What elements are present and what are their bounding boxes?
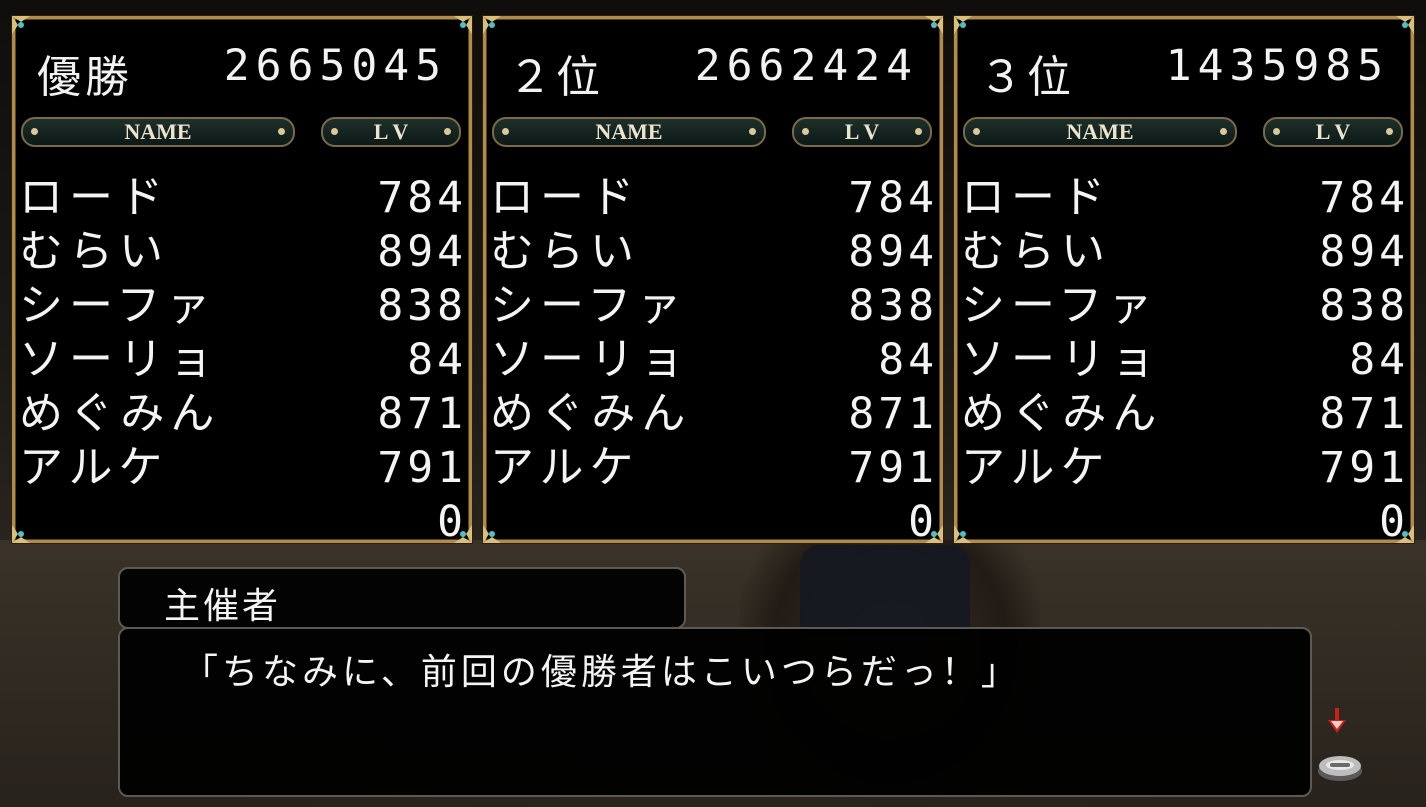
name-column-header: NAME (21, 117, 295, 147)
member-level: 871 (377, 389, 467, 439)
member-name: シーファ (490, 280, 688, 331)
member-name: ロード (490, 172, 640, 223)
speaker-name-box: 主催者 (118, 567, 686, 629)
member-list: ロード 784 むらい 894 シーファ 838 ソーリョ 84 めぐみん 871 アルケ… (490, 171, 938, 549)
member-level: 871 (848, 389, 938, 439)
frame-corner-icon (452, 14, 474, 36)
member-row: シーファ 838 (490, 279, 938, 333)
member-name: ロード (19, 172, 169, 223)
member-row: むらい 894 (961, 225, 1409, 279)
member-name: ソーリョ (19, 334, 219, 385)
member-level: 0 (437, 497, 467, 547)
ranking-panel-2: ２位 2662424 NAME L V ロード 784 むらい 894 シーファ 83… (481, 14, 945, 547)
score-value: 1435985 (1165, 41, 1389, 91)
member-name: むらい (490, 226, 640, 277)
member-row: 0 (490, 495, 938, 549)
member-level: 784 (848, 173, 938, 223)
ranking-panel-1: 優勝 2665045 NAME L V ロード 784 むらい 894 シーファ 83… (10, 14, 474, 547)
dialog-text: 「ちなみに、前回の優勝者はこいつらだっ！」 (182, 652, 1021, 693)
frame-corner-icon (481, 14, 503, 36)
member-row: 0 (961, 495, 1409, 549)
advance-button-icon[interactable] (1316, 752, 1364, 782)
member-row: めぐみん 871 (490, 387, 938, 441)
member-row: ソーリョ 84 (19, 333, 467, 387)
member-level: 84 (878, 335, 938, 385)
name-column-header: NAME (963, 117, 1237, 147)
member-level: 791 (848, 443, 938, 493)
member-list: ロード 784 むらい 894 シーファ 838 ソーリョ 84 めぐみん 871 アルケ… (961, 171, 1409, 549)
red-down-arrow-icon (1322, 706, 1352, 736)
member-name: ソーリョ (490, 334, 690, 385)
member-level: 84 (1349, 335, 1409, 385)
member-name: めぐみん (961, 388, 1163, 439)
member-name: むらい (19, 226, 169, 277)
member-level: 894 (377, 227, 467, 277)
member-row: めぐみん 871 (19, 387, 467, 441)
member-row: めぐみん 871 (961, 387, 1409, 441)
ranking-panel-3: ３位 1435985 NAME L V ロード 784 むらい 894 シーファ 83… (952, 14, 1416, 547)
member-row: むらい 894 (490, 225, 938, 279)
member-row: シーファ 838 (19, 279, 467, 333)
member-list: ロード 784 むらい 894 シーファ 838 ソーリョ 84 めぐみん 871 アルケ… (19, 171, 467, 549)
member-level: 784 (1319, 173, 1409, 223)
level-column-header: L V (321, 117, 461, 147)
member-level: 871 (1319, 389, 1409, 439)
member-name: ロード (961, 172, 1111, 223)
member-name: アルケ (490, 442, 640, 493)
member-name: アルケ (961, 442, 1111, 493)
score-value: 2662424 (694, 41, 918, 91)
member-level: 784 (377, 173, 467, 223)
member-row: ソーリョ 84 (490, 333, 938, 387)
member-name: めぐみん (19, 388, 221, 439)
level-column-header: L V (792, 117, 932, 147)
level-column-header: L V (1263, 117, 1403, 147)
member-level: 894 (1319, 227, 1409, 277)
member-row: アルケ 791 (19, 441, 467, 495)
member-row: むらい 894 (19, 225, 467, 279)
member-row: ロード 784 (961, 171, 1409, 225)
member-name: シーファ (19, 280, 217, 331)
member-level: 791 (1319, 443, 1409, 493)
member-name: シーファ (961, 280, 1159, 331)
member-row: ソーリョ 84 (961, 333, 1409, 387)
frame-corner-icon (952, 14, 974, 36)
member-name: めぐみん (490, 388, 692, 439)
speaker-name: 主催者 (164, 586, 282, 627)
member-level: 0 (1379, 497, 1409, 547)
character-shirt (800, 545, 970, 635)
member-name: アルケ (19, 442, 169, 493)
member-name: むらい (961, 226, 1111, 277)
member-name: ソーリョ (961, 334, 1161, 385)
rank-label: ２位 (508, 52, 604, 103)
member-level: 838 (1319, 281, 1409, 331)
frame-corner-icon (10, 14, 32, 36)
member-row: シーファ 838 (961, 279, 1409, 333)
frame-corner-icon (1394, 14, 1416, 36)
rank-label: 優勝 (37, 52, 133, 103)
dialog-box[interactable]: 「ちなみに、前回の優勝者はこいつらだっ！」 (118, 627, 1312, 797)
member-row: アルケ 791 (490, 441, 938, 495)
rank-label: ３位 (979, 52, 1075, 103)
member-row: アルケ 791 (961, 441, 1409, 495)
member-level: 894 (848, 227, 938, 277)
member-level: 84 (407, 335, 467, 385)
member-level: 838 (377, 281, 467, 331)
member-row: ロード 784 (490, 171, 938, 225)
member-level: 0 (908, 497, 938, 547)
member-level: 791 (377, 443, 467, 493)
frame-corner-icon (923, 14, 945, 36)
member-row: ロード 784 (19, 171, 467, 225)
score-value: 2665045 (223, 41, 447, 91)
member-level: 838 (848, 281, 938, 331)
member-row: 0 (19, 495, 467, 549)
name-column-header: NAME (492, 117, 766, 147)
